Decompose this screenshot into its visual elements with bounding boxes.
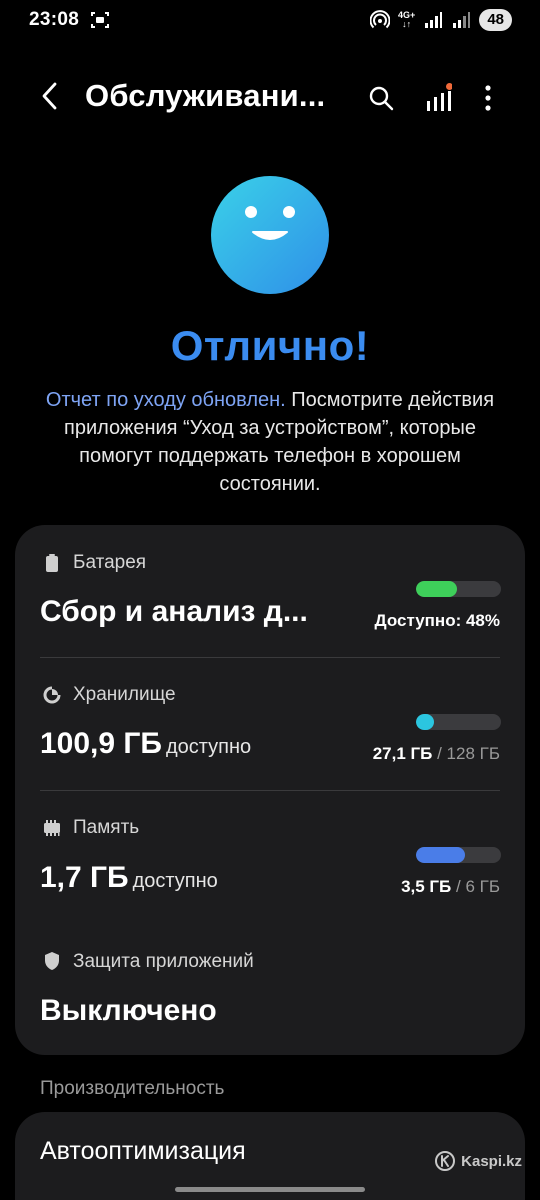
diagnostics-button[interactable]: [418, 78, 458, 118]
storage-section[interactable]: Хранилище 100,9 ГБ доступно 27,1 ГБ / 128…: [15, 658, 525, 790]
more-options-button[interactable]: [468, 78, 508, 118]
storage-pie-icon: [43, 686, 61, 704]
status-time: 23:08: [29, 9, 80, 30]
battery-label: Батарея: [73, 552, 147, 573]
performance-header: Производительность: [40, 1078, 225, 1099]
status-heading: Отлично!: [170, 322, 370, 369]
memory-chip-icon: [44, 820, 60, 836]
app-protection-value: Выключено: [40, 994, 217, 1027]
battery-available: Доступно: 48%: [374, 611, 500, 630]
battery-indicator: 48: [479, 9, 512, 31]
search-button[interactable]: [361, 78, 401, 118]
memory-value: 1,7 ГБ доступно: [40, 861, 218, 894]
signal-icon-sim2: [453, 12, 471, 28]
battery-level-fill: [416, 581, 457, 597]
status-smiley-icon: [211, 176, 329, 294]
storage-usage-fill: [416, 714, 434, 730]
bar-chart-icon: [427, 83, 452, 111]
memory-label: Память: [73, 817, 140, 838]
device-care-card: Батарея Сбор и анализ д... Доступно: 48%…: [15, 525, 525, 1055]
battery-icon: [46, 554, 58, 572]
app-bar: Обслуживани...: [0, 66, 540, 128]
storage-value: 100,9 ГБ доступно: [40, 727, 252, 760]
search-icon: [369, 86, 394, 111]
shield-icon: [45, 952, 59, 970]
screen-recorder-icon: [91, 12, 109, 28]
signal-icon-sim1: [425, 12, 443, 28]
auto-optimization-item[interactable]: Автооптимизация: [40, 1137, 246, 1166]
battery-value: Сбор и анализ д...: [40, 595, 308, 628]
storage-usage-bar: [416, 714, 501, 730]
network-type: 4G+ ↓↑: [398, 10, 416, 29]
kaspi-logo-icon: [435, 1151, 456, 1171]
care-report-link[interactable]: Отчет по уходу обновлен.: [46, 389, 286, 411]
memory-usage-bar: [416, 847, 501, 863]
status-bar: 23:08 4G+ ↓↑ 48: [0, 0, 540, 40]
chevron-left-icon: [42, 82, 57, 110]
back-button[interactable]: [32, 78, 68, 114]
data-arrows-icon: ↓↑: [402, 19, 412, 29]
more-vertical-icon: [485, 85, 491, 111]
app-protection-section[interactable]: Защита приложений Выключено: [15, 925, 525, 1055]
watermark: Kaspi.kz: [435, 1151, 522, 1171]
memory-usage-text: 3,5 ГБ / 6 ГБ: [401, 877, 500, 896]
memory-section[interactable]: Память 1,7 ГБ доступно 3,5 ГБ / 6 ГБ: [15, 791, 525, 924]
hotspot-icon: [370, 10, 391, 29]
battery-level-bar: [416, 581, 501, 597]
page-title: Обслуживани...: [85, 78, 326, 113]
memory-usage-fill: [416, 847, 466, 863]
home-indicator[interactable]: [175, 1187, 365, 1192]
storage-usage-text: 27,1 ГБ / 128 ГБ: [372, 744, 500, 763]
storage-label: Хранилище: [73, 684, 176, 705]
battery-section[interactable]: Батарея Сбор и анализ д... Доступно: 48%: [15, 525, 525, 657]
app-protection-label: Защита приложений: [73, 951, 254, 972]
status-description: Отчет по уходу обновлен. Посмотрите дейс…: [40, 386, 500, 498]
